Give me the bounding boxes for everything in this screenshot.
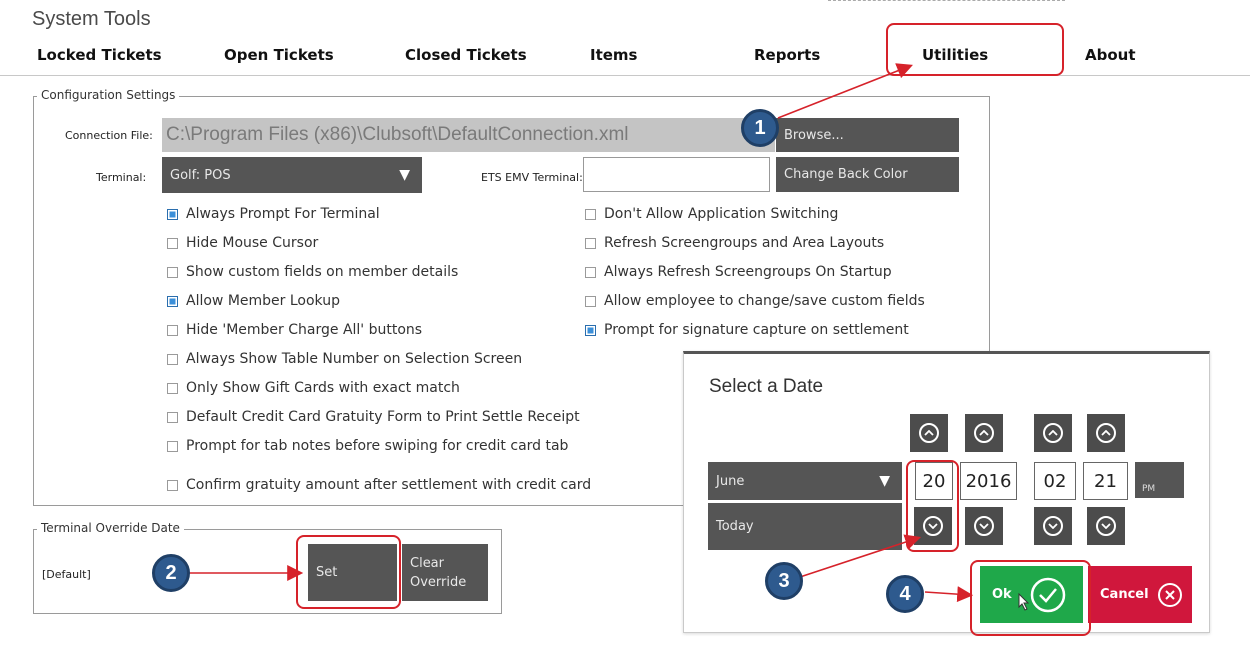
- set-highlight: [296, 535, 401, 609]
- callout-badge-1: 1: [741, 109, 779, 147]
- day-highlight: [906, 460, 959, 552]
- callout-badge-3: 3: [765, 562, 803, 600]
- callout-badge-2: 2: [152, 554, 190, 592]
- callout-badge-4: 4: [886, 575, 924, 613]
- utilities-highlight: [886, 23, 1064, 76]
- ok-highlight: [970, 560, 1091, 636]
